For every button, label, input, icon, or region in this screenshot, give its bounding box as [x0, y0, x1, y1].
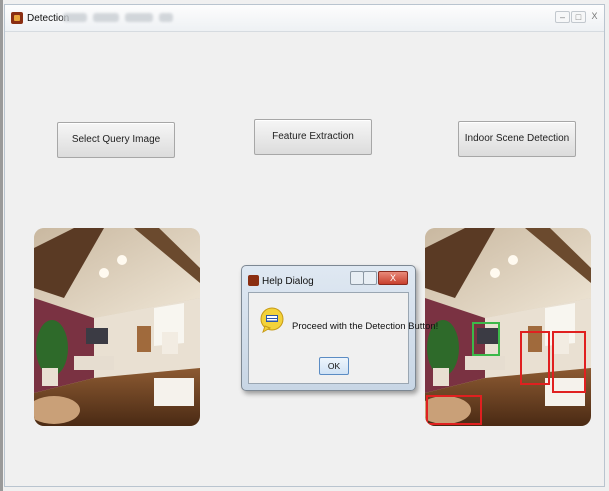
dialog-body: Proceed with the Detection Button! OK [248, 292, 438, 384]
maximize-button[interactable]: □ [571, 11, 586, 23]
dialog-message: Proceed with the Detection Button! [292, 321, 439, 332]
dialog-app-icon [248, 275, 259, 286]
indoor-scene-detection-button[interactable]: Indoor Scene Detection [458, 121, 576, 157]
room-photo [34, 228, 200, 426]
detection-result-image [425, 228, 591, 426]
room-photo-detected [425, 228, 591, 426]
matlab-app-icon [11, 12, 23, 24]
menu-item-blurred[interactable] [159, 13, 173, 22]
dialog-maximize-button[interactable] [363, 271, 377, 285]
help-dialog: Help Dialog X Proceed with the Detection… [241, 265, 438, 391]
help-info-icon [260, 307, 284, 333]
close-button[interactable]: X [587, 11, 602, 23]
ok-button[interactable]: OK [319, 357, 349, 375]
menu-item-blurred[interactable] [125, 13, 153, 22]
feature-extraction-button[interactable]: Feature Extraction [254, 119, 372, 155]
minimize-button[interactable]: – [555, 11, 570, 23]
select-query-image-button[interactable]: Select Query Image [57, 122, 175, 158]
menu-item-blurred[interactable] [63, 13, 87, 22]
detection-window: Detection – □ X Select Query Image Featu… [4, 4, 605, 487]
left-edge [0, 0, 3, 491]
menu-item-blurred[interactable] [93, 13, 119, 22]
title-bar: Detection – □ X [5, 5, 604, 32]
dialog-minimize-button[interactable] [350, 271, 364, 285]
query-image [34, 228, 200, 426]
dialog-close-button[interactable]: X [378, 271, 408, 285]
dialog-title: Help Dialog [262, 276, 314, 287]
